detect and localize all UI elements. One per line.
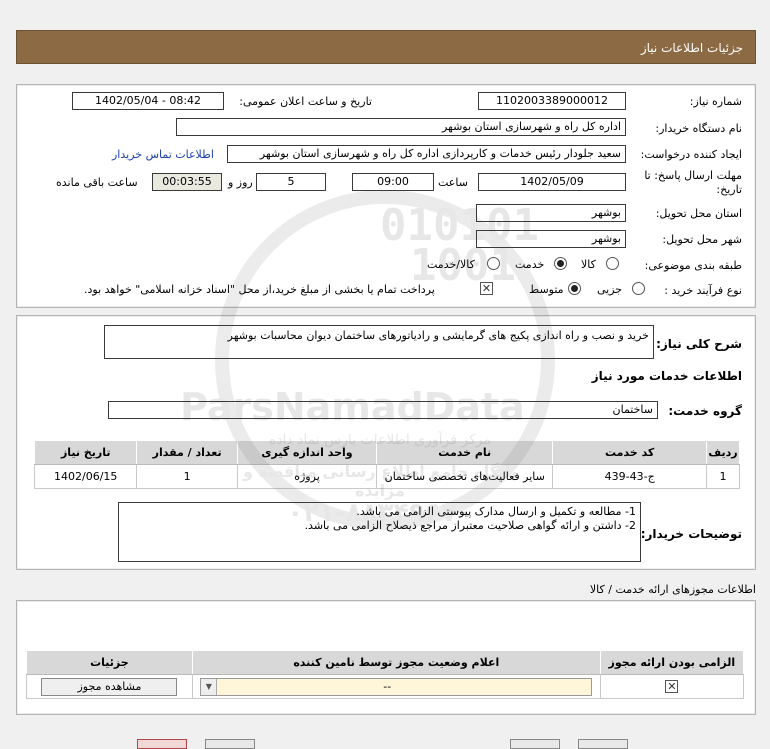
- col-permit-details: جزئیات: [26, 650, 193, 675]
- process-label: نوع فرآیند خرید :: [664, 284, 742, 297]
- deadline-time-field[interactable]: 09:00: [352, 173, 434, 191]
- permit-status-value: --: [383, 679, 392, 693]
- footer-button-close[interactable]: [137, 739, 187, 749]
- deadline-label: مهلت ارسال پاسخ: تا: [644, 169, 742, 182]
- note-line-1: 1- مطالعه و تکمیل و ارسال مدارک پیوستی ا…: [356, 505, 636, 518]
- page-header: جزئیات اطلاعات نیاز: [16, 30, 756, 64]
- table-row: 1 ج-43-439 سایر فعالیت‌های تخصصی ساختمان…: [33, 464, 740, 489]
- col-unit: واحد اندازه گیری: [236, 440, 378, 465]
- summary-label: شرح کلی نیاز:: [656, 337, 742, 351]
- days-field[interactable]: 5: [256, 173, 326, 191]
- remaining-time-label: ساعت باقی مانده: [56, 176, 138, 189]
- service-group-label: گروه خدمت:: [668, 404, 742, 418]
- category-label: طبقه بندی موضوعی:: [644, 259, 742, 272]
- col-quantity: تعداد / مقدار: [136, 440, 238, 465]
- buyer-org-field[interactable]: اداره کل راه و شهرسازی استان بوشهر: [176, 118, 626, 136]
- process-option-minor: جزیی: [597, 283, 623, 296]
- cell-need-date: 1402/06/15: [33, 464, 138, 489]
- need-number-field[interactable]: 1102003389000012: [478, 92, 626, 110]
- category-radio-service[interactable]: [554, 257, 567, 270]
- cell-unit: پروژه: [236, 464, 378, 489]
- buyer-contact-link[interactable]: اطلاعات تماس خریدار: [112, 148, 214, 161]
- cell-permit-details: مشاهده مجوز: [26, 674, 193, 699]
- creator-label: ایجاد کننده درخواست:: [640, 148, 742, 161]
- province-label: استان محل تحویل:: [655, 207, 742, 220]
- process-radio-minor[interactable]: [632, 282, 645, 295]
- col-permit-status: اعلام وضعیت مجوز توسط نامین کننده: [191, 650, 601, 675]
- need-number-label: شماره نیاز:: [689, 95, 742, 108]
- note-line-2: 2- داشتن و ارائه گواهی صلاحیت معتبراز مر…: [304, 519, 636, 532]
- col-need-date: تاریخ نیاز: [33, 440, 138, 465]
- city-label: شهر محل تحویل:: [662, 233, 742, 246]
- services-heading: اطلاعات خدمات مورد نیاز: [591, 369, 742, 383]
- notes-textbox[interactable]: 1- مطالعه و تکمیل و ارسال مدارک پیوستی ا…: [118, 502, 641, 562]
- col-service-name: نام خدمت: [376, 440, 554, 465]
- cell-permit-status: -- ▼: [191, 674, 601, 699]
- remaining-time-field: 00:03:55: [152, 173, 222, 191]
- permits-table-header: الزامی بودن ارائه مجوز اعلام وضعیت مجوز …: [26, 650, 745, 675]
- category-radio-goods-service[interactable]: [487, 257, 500, 270]
- table-row: ✕ -- ▼ مشاهده مجوز: [26, 674, 745, 699]
- days-label: روز و: [228, 176, 253, 189]
- announce-field[interactable]: 1402/05/04 - 08:42: [72, 92, 224, 110]
- cell-service-name: سایر فعالیت‌های تخصصی ساختمان: [376, 464, 554, 489]
- page-title: جزئیات اطلاعات نیاز: [640, 41, 743, 55]
- treasury-note: پرداخت تمام یا بخشی از مبلغ خرید،از محل …: [84, 283, 435, 296]
- col-service-code: کد خدمت: [552, 440, 707, 465]
- footer-button-reply[interactable]: [578, 739, 628, 749]
- category-option-goods-service: کالا/خدمت: [427, 258, 475, 271]
- process-radio-medium[interactable]: [568, 282, 581, 295]
- col-row-number: ردیف: [706, 440, 740, 465]
- cell-row-number: 1: [706, 464, 740, 489]
- creator-field[interactable]: سعید جلودار رئیس خدمات و کارپردازی اداره…: [227, 145, 626, 163]
- cell-quantity: 1: [136, 464, 238, 489]
- buyer-org-label: نام دستگاه خریدار:: [655, 122, 742, 135]
- cell-permit-required: ✕: [599, 674, 745, 699]
- treasury-checkbox[interactable]: ✕: [480, 282, 493, 295]
- announce-label: تاریخ و ساعت اعلان عمومی:: [239, 95, 372, 108]
- category-option-service: خدمت: [515, 258, 545, 271]
- col-permit-required: الزامی بودن ارائه مجوز: [599, 650, 745, 675]
- permit-status-select[interactable]: -- ▼: [200, 677, 593, 696]
- deadline-date-label: تاریخ:: [716, 183, 742, 196]
- footer-button-print[interactable]: [205, 739, 255, 749]
- service-group-field[interactable]: ساختمان: [108, 401, 658, 419]
- deadline-time-label: ساعت: [438, 176, 468, 189]
- permits-table: الزامی بودن ارائه مجوز اعلام وضعیت مجوز …: [26, 650, 745, 699]
- services-table-header: ردیف کد خدمت نام خدمت واحد اندازه گیری ت…: [33, 440, 740, 465]
- summary-text: خرید و نصب و راه اندازی پکیج های گرمایشی…: [227, 329, 649, 342]
- view-permit-button[interactable]: مشاهده مجوز: [41, 677, 178, 696]
- province-field[interactable]: بوشهر: [476, 204, 626, 222]
- summary-textbox[interactable]: خرید و نصب و راه اندازی پکیج های گرمایشی…: [104, 325, 654, 359]
- category-option-goods: کالا: [581, 258, 596, 271]
- notes-label: توضیحات خریدار:: [640, 527, 742, 541]
- process-option-medium: متوسط: [529, 283, 564, 296]
- permit-required-checkbox[interactable]: ✕: [665, 680, 679, 693]
- cell-service-code: ج-43-439: [552, 464, 707, 489]
- permits-title: اطلاعات مجوزهای ارائه خدمت / کالا: [589, 583, 756, 596]
- deadline-date-field[interactable]: 1402/05/09: [478, 173, 626, 191]
- services-table: ردیف کد خدمت نام خدمت واحد اندازه گیری ت…: [33, 440, 740, 489]
- dropdown-arrow-icon[interactable]: ▼: [201, 678, 218, 695]
- category-radio-goods[interactable]: [606, 257, 619, 270]
- footer-button-back[interactable]: [510, 739, 560, 749]
- city-field[interactable]: بوشهر: [476, 230, 626, 248]
